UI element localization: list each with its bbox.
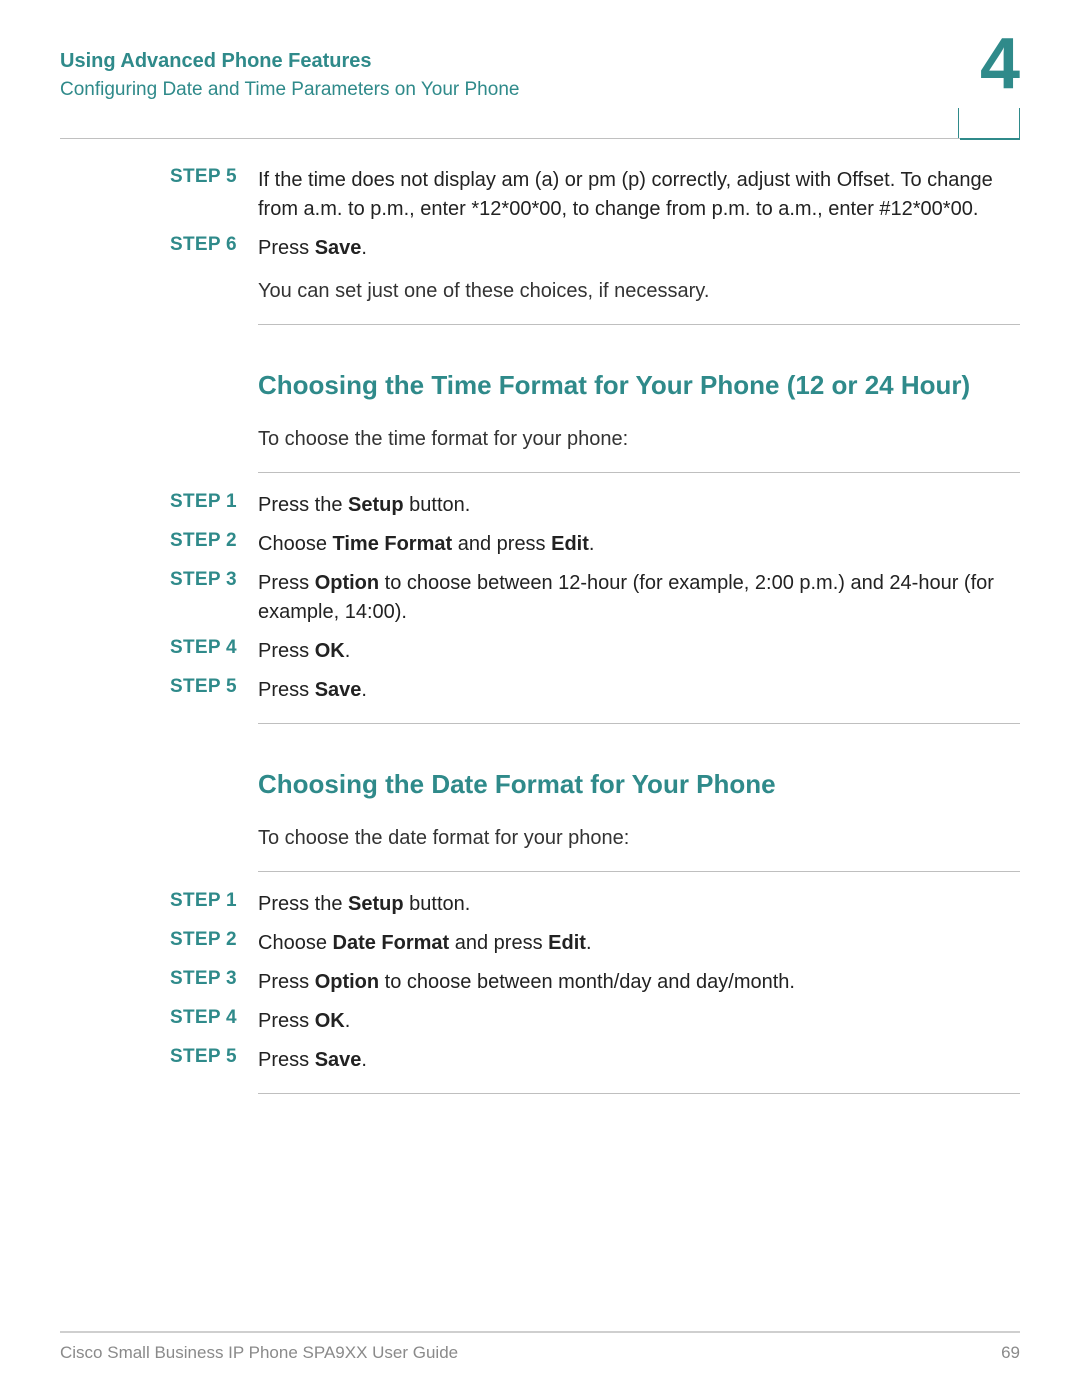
footer-doc-title: Cisco Small Business IP Phone SPA9XX Use… [60, 1343, 458, 1363]
footer-row: Cisco Small Business IP Phone SPA9XX Use… [60, 1343, 1020, 1363]
section-title-date-format: Choosing the Date Format for Your Phone [258, 768, 1020, 802]
horizontal-rule [258, 324, 1020, 325]
step-label: STEP 4 [170, 1007, 258, 1029]
step-text: Press the Setup button. [258, 890, 1020, 919]
page-footer: Cisco Small Business IP Phone SPA9XX Use… [60, 1331, 1020, 1363]
header-subtitle: Configuring Date and Time Parameters on … [60, 79, 1020, 101]
section-intro: To choose the time format for your phone… [258, 425, 1020, 454]
step-text: Press Save. [258, 676, 1020, 705]
horizontal-rule [258, 1093, 1020, 1094]
section-title-time-format: Choosing the Time Format for Your Phone … [258, 369, 1020, 403]
step-label: STEP 1 [170, 491, 258, 513]
step-text: Press OK. [258, 637, 1020, 666]
chapter-tab-decoration [958, 108, 1020, 139]
step-row: STEP 2 Choose Date Format and press Edit… [170, 929, 1020, 958]
page: Using Advanced Phone Features Configurin… [0, 0, 1080, 1397]
step-label: STEP 3 [170, 968, 258, 990]
horizontal-rule [258, 472, 1020, 473]
step-label: STEP 1 [170, 890, 258, 912]
horizontal-rule [258, 723, 1020, 724]
step-label: STEP 3 [170, 569, 258, 591]
step-label: STEP 5 [170, 1046, 258, 1068]
section-intro: To choose the date format for your phone… [258, 824, 1020, 853]
step-text: Choose Date Format and press Edit. [258, 929, 1020, 958]
chapter-number: 4 [980, 28, 1020, 100]
step-text: Press the Setup button. [258, 491, 1020, 520]
step-label: STEP 5 [170, 166, 258, 188]
step-text: Press Save. [258, 1046, 1020, 1075]
step-row: STEP 3 Press Option to choose between mo… [170, 968, 1020, 997]
horizontal-rule [258, 871, 1020, 872]
header-title: Using Advanced Phone Features [60, 50, 1020, 73]
step-label: STEP 2 [170, 530, 258, 552]
step-label: STEP 4 [170, 637, 258, 659]
step-row: STEP 6 Press Save. [170, 234, 1020, 263]
step-text: Press Option to choose between 12-hour (… [258, 569, 1020, 627]
step-text: Press OK. [258, 1007, 1020, 1036]
step-note: You can set just one of these choices, i… [258, 277, 1020, 306]
header-rule [60, 138, 1020, 139]
step-row: STEP 5 If the time does not display am (… [170, 166, 1020, 224]
step-row: STEP 5 Press Save. [170, 1046, 1020, 1075]
step-row: STEP 4 Press OK. [170, 637, 1020, 666]
step-row: STEP 1 Press the Setup button. [170, 491, 1020, 520]
step-row: STEP 3 Press Option to choose between 12… [170, 569, 1020, 627]
step-label: STEP 5 [170, 676, 258, 698]
step-text: If the time does not display am (a) or p… [258, 166, 1020, 224]
step-row: STEP 1 Press the Setup button. [170, 890, 1020, 919]
step-row: STEP 4 Press OK. [170, 1007, 1020, 1036]
content-indent: STEP 5 If the time does not display am (… [170, 166, 1020, 1094]
step-label: STEP 2 [170, 929, 258, 951]
footer-page-number: 69 [1001, 1343, 1020, 1363]
step-row: STEP 5 Press Save. [170, 676, 1020, 705]
step-text: Press Save. [258, 234, 1020, 263]
step-text: Choose Time Format and press Edit. [258, 530, 1020, 559]
step-label: STEP 6 [170, 234, 258, 256]
step-text: Press Option to choose between month/day… [258, 968, 1020, 997]
footer-rule [60, 1331, 1020, 1333]
step-row: STEP 2 Choose Time Format and press Edit… [170, 530, 1020, 559]
content-area: STEP 5 If the time does not display am (… [60, 160, 1020, 1112]
